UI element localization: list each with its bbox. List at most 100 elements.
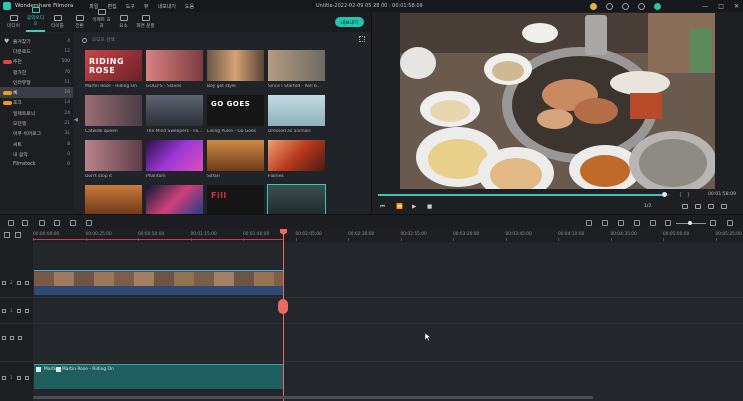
media-thumbnail[interactable] (85, 95, 142, 126)
step-back-icon[interactable]: ⏪ (396, 204, 403, 210)
eye-icon[interactable] (24, 308, 29, 313)
media-item[interactable]: Dressed as animals (268, 95, 325, 134)
tab-split-screen[interactable]: 화면 분할 (136, 15, 155, 32)
redo-icon[interactable] (22, 220, 28, 226)
media-item[interactable] (146, 185, 203, 216)
timeline-settings-icon[interactable] (727, 220, 733, 226)
eye-icon[interactable] (24, 280, 29, 285)
media-item[interactable]: Boy got style (207, 50, 264, 89)
search-bar[interactable]: 오디오 검색 (82, 35, 320, 45)
tab-transitions[interactable]: 전환 (70, 15, 89, 32)
media-item[interactable]: GO GOES Living Pulse - Go Goes (207, 95, 264, 134)
media-item[interactable] (267, 184, 326, 217)
audio-adjust-icon[interactable] (86, 220, 92, 226)
media-thumbnail[interactable] (85, 185, 142, 216)
play-icon[interactable]: ▶ (412, 204, 416, 210)
add-track-icon[interactable] (4, 232, 10, 238)
tab-effects[interactable]: 이펙트 효과 (92, 9, 111, 32)
media-thumbnail[interactable]: GO GOES (207, 95, 264, 126)
tab-elements[interactable]: 요소 (114, 15, 133, 32)
progress-knob[interactable] (662, 192, 668, 197)
media-thumbnail[interactable] (268, 50, 325, 81)
monitor-icon[interactable] (682, 204, 688, 209)
delete-icon[interactable] (39, 220, 45, 226)
speaker-icon[interactable] (24, 375, 29, 380)
mark-in-out-icon[interactable]: { } (679, 192, 690, 198)
menu-view[interactable]: 뷰 (144, 3, 149, 10)
sidebar-item-interview[interactable]: 인터뷰형 11 (0, 77, 73, 87)
media-item[interactable]: Fill (207, 185, 264, 216)
sidebar-item-electronic[interactable]: 일렉트로닉 24 (0, 108, 73, 118)
eye-icon[interactable] (18, 336, 22, 340)
sidebar-item-folk[interactable]: 포크 14 (0, 98, 73, 108)
grid-view-icon[interactable] (359, 36, 365, 42)
link-icon[interactable] (15, 232, 21, 238)
media-thumbnail[interactable] (85, 140, 142, 171)
lock-icon[interactable] (10, 336, 14, 340)
tab-audio[interactable]: 음악오디오 (26, 7, 45, 32)
zoom-in-icon[interactable] (710, 220, 716, 226)
video-preview[interactable] (400, 13, 715, 189)
media-thumbnail[interactable] (207, 50, 264, 81)
media-thumbnail[interactable]: Fill (207, 185, 264, 216)
close-button[interactable]: ✕ (734, 3, 739, 10)
zoom-out-icon[interactable] (665, 220, 671, 226)
media-thumbnail[interactable] (267, 184, 326, 217)
fullscreen-icon[interactable] (721, 204, 727, 209)
crop-icon[interactable] (70, 220, 76, 226)
search-input[interactable]: 오디오 검색 (92, 37, 115, 43)
playback-progress-bar[interactable] (378, 192, 670, 197)
microphone-icon[interactable] (618, 220, 624, 226)
sidebar-item-my-music[interactable]: 내 음악 0 (0, 149, 73, 159)
sun-icon[interactable] (606, 2, 613, 10)
maximize-button[interactable]: □ (718, 3, 724, 10)
sidebar-item-rock[interactable]: 록 16 (0, 87, 73, 98)
lock-icon[interactable] (16, 375, 21, 380)
volume-icon[interactable] (708, 204, 714, 209)
media-item[interactable]: The Mind Sweepers - Fa... (146, 95, 203, 134)
playhead-line[interactable] (283, 231, 284, 401)
sidebar-item-rated[interactable]: 평가한 70 (0, 67, 73, 77)
tab-media[interactable]: 미디어 (4, 15, 23, 32)
menu-help[interactable]: 도움 (185, 3, 194, 10)
sidebar-item-recommended[interactable]: 추천 500 (0, 57, 73, 67)
media-item[interactable]: Safari (207, 140, 264, 179)
media-thumbnail[interactable] (268, 140, 325, 171)
media-thumbnail[interactable] (146, 185, 203, 216)
media-thumbnail[interactable] (146, 95, 203, 126)
snapshot-icon[interactable] (695, 204, 701, 209)
media-item[interactable]: GOLD'S - Slaves (146, 50, 203, 89)
previous-frame-icon[interactable]: ⏮ (380, 204, 385, 211)
timeline-horizontal-scrollbar[interactable] (33, 396, 593, 399)
media-thumbnail[interactable] (268, 95, 325, 126)
sidebar-item-modern[interactable]: 모던앵 21 (0, 118, 73, 128)
media-thumbnail[interactable] (207, 140, 264, 171)
media-item[interactable]: Flames (268, 140, 325, 179)
snap-icon[interactable] (650, 220, 656, 226)
lock-icon[interactable] (16, 308, 21, 313)
render-icon[interactable] (586, 220, 592, 226)
playhead-handle[interactable] (278, 299, 288, 314)
cut-icon[interactable] (54, 220, 60, 226)
menu-tools[interactable]: 도구 (126, 3, 135, 10)
stop-icon[interactable]: ■ (427, 204, 432, 210)
menu-export[interactable]: 내보내기 (158, 3, 176, 10)
playback-quality-select[interactable]: 1/2 (644, 204, 651, 209)
media-thumbnail[interactable] (146, 50, 203, 81)
sidebar-item-filmstock[interactable]: Filmstock 0 (0, 160, 73, 170)
media-item[interactable]: Don't stop it (85, 140, 142, 179)
undo-icon[interactable] (8, 220, 14, 226)
download-icon[interactable] (654, 2, 661, 10)
tab-titles[interactable]: 타이틀 (48, 15, 67, 32)
media-item[interactable] (85, 185, 142, 216)
message-icon[interactable] (638, 2, 645, 10)
timeline-ruler[interactable]: 00:00:00:00 00:00:25:00 00:00:50:00 00:01:1… (0, 229, 743, 242)
sidebar-item-sheet[interactable]: 씨트 8 (0, 139, 73, 149)
sidebar-item-acoustic[interactable]: 어쿠 쉬어로그 31 (0, 129, 73, 139)
music-clip[interactable]: Martin Martin Rose - Riding On (34, 364, 283, 389)
zoom-slider-knob[interactable] (688, 221, 692, 225)
media-item[interactable]: RIDING ROSE Martin Rose - Riding On (85, 50, 142, 89)
media-item[interactable]: Phantom (146, 140, 203, 179)
media-item[interactable]: Catwalk queen (85, 95, 142, 134)
export-button[interactable]: 내보내기 (335, 17, 364, 27)
